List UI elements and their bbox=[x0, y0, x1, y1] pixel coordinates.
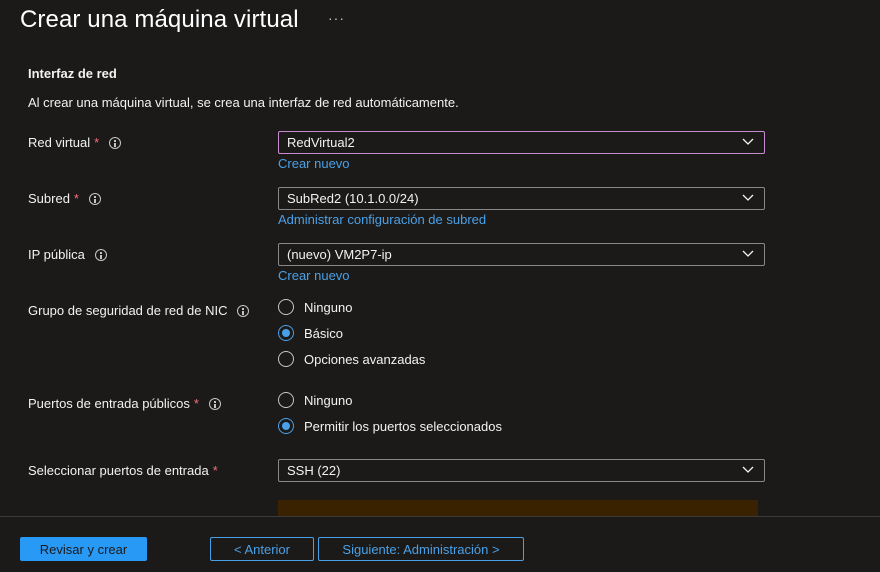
required-marker: * bbox=[73, 191, 79, 206]
virtual-network-value: RedVirtual2 bbox=[287, 135, 355, 150]
inbound-ports-value: SSH (22) bbox=[287, 463, 341, 478]
radio-unchecked-icon bbox=[278, 299, 294, 315]
subnet-label: Subred bbox=[28, 191, 70, 206]
chevron-down-icon bbox=[742, 466, 754, 473]
chevron-down-icon bbox=[742, 250, 754, 257]
subnet-value: SubRed2 (10.1.0.0/24) bbox=[287, 191, 419, 206]
radio-unchecked-icon bbox=[278, 392, 294, 408]
previous-button[interactable]: < Anterior bbox=[210, 537, 314, 561]
nsg-label-row: Grupo de seguridad de red de NIC bbox=[28, 303, 250, 318]
nsg-option-basic[interactable]: Básico bbox=[278, 325, 343, 341]
chevron-down-icon bbox=[742, 194, 754, 201]
virtual-network-dropdown[interactable]: RedVirtual2 bbox=[278, 131, 765, 154]
radio-label: Ninguno bbox=[304, 299, 353, 315]
public-ip-dropdown[interactable]: (nuevo) VM2P7-ip bbox=[278, 243, 765, 266]
radio-checked-icon bbox=[278, 325, 294, 341]
info-icon[interactable] bbox=[208, 397, 221, 410]
manage-subnet-link[interactable]: Administrar configuración de subred bbox=[278, 212, 486, 227]
subnet-label-row: Subred * bbox=[28, 191, 101, 206]
public-ports-label: Puertos de entrada públicos bbox=[28, 396, 190, 411]
page-title: Crear una máquina virtual bbox=[20, 6, 299, 33]
info-icon[interactable] bbox=[94, 248, 107, 261]
radio-unchecked-icon bbox=[278, 351, 294, 367]
virtual-network-label: Red virtual bbox=[28, 135, 91, 150]
review-create-button[interactable]: Revisar y crear bbox=[20, 537, 147, 561]
next-button[interactable]: Siguiente: Administración > bbox=[318, 537, 524, 561]
radio-label: Ninguno bbox=[304, 392, 353, 408]
inbound-ports-label: Seleccionar puertos de entrada bbox=[28, 463, 209, 478]
subnet-dropdown[interactable]: SubRed2 (10.1.0.0/24) bbox=[278, 187, 765, 210]
public-ip-label: IP pública bbox=[28, 247, 85, 262]
required-marker: * bbox=[212, 463, 218, 478]
nsg-option-none[interactable]: Ninguno bbox=[278, 299, 352, 315]
radio-label: Opciones avanzadas bbox=[304, 351, 426, 367]
public-ip-label-row: IP pública bbox=[28, 247, 107, 262]
section-description: Al crear una máquina virtual, se crea un… bbox=[28, 95, 459, 110]
radio-checked-icon bbox=[278, 418, 294, 434]
create-virtual-network-link[interactable]: Crear nuevo bbox=[278, 156, 350, 171]
public-ports-option-allow[interactable]: Permitir los puertos seleccionados bbox=[278, 418, 502, 434]
more-options-icon[interactable]: ··· bbox=[328, 10, 345, 26]
radio-label: Básico bbox=[304, 325, 344, 341]
inbound-ports-label-row: Seleccionar puertos de entrada * bbox=[28, 463, 218, 478]
public-ports-label-row: Puertos de entrada públicos * bbox=[28, 396, 221, 411]
info-icon[interactable] bbox=[88, 192, 101, 205]
chevron-down-icon bbox=[742, 138, 754, 145]
warning-banner bbox=[278, 500, 758, 516]
radio-label: Permitir los puertos seleccionados bbox=[304, 418, 502, 434]
inbound-ports-dropdown[interactable]: SSH (22) bbox=[278, 459, 765, 482]
required-marker: * bbox=[193, 396, 199, 411]
footer-divider bbox=[0, 516, 880, 517]
section-heading: Interfaz de red bbox=[28, 66, 117, 81]
virtual-network-label-row: Red virtual * bbox=[28, 135, 122, 150]
info-icon[interactable] bbox=[237, 304, 250, 317]
nsg-label: Grupo de seguridad de red de NIC bbox=[28, 303, 228, 318]
required-marker: * bbox=[94, 135, 100, 150]
info-icon[interactable] bbox=[109, 136, 122, 149]
public-ip-value: (nuevo) VM2P7-ip bbox=[287, 247, 392, 262]
create-public-ip-link[interactable]: Crear nuevo bbox=[278, 268, 350, 283]
public-ports-option-none[interactable]: Ninguno bbox=[278, 392, 352, 408]
nsg-option-advanced[interactable]: Opciones avanzadas bbox=[278, 351, 425, 367]
